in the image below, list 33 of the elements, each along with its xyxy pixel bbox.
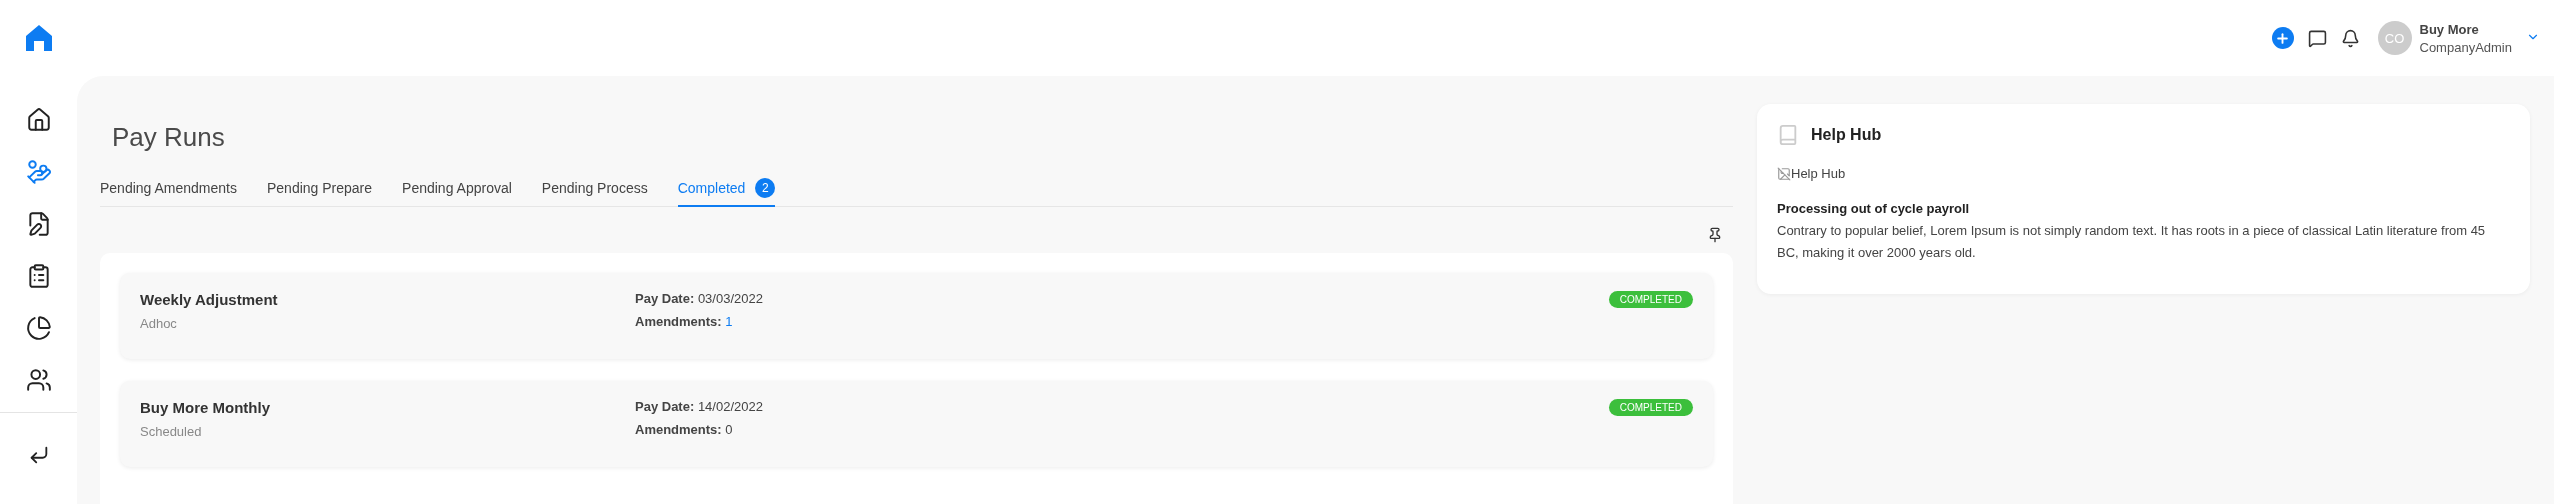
page-title: Pay Runs: [111, 121, 226, 154]
help-hub-title: Help Hub: [1811, 126, 1882, 144]
pay-run-card[interactable]: Buy More Monthly Scheduled Pay Date: 14/02/2022 Amendments: 0 COMPLETED: [120, 381, 1713, 467]
status-badge: COMPLETED: [1608, 399, 1693, 416]
amendments: Amendments: 0: [635, 422, 734, 437]
pay-run-name: Buy More Monthly: [140, 399, 271, 416]
tab[interactable]: Pending Process: [541, 174, 648, 207]
image-alt-text: Help Hub: [1791, 166, 1846, 181]
plus-icon: [2275, 30, 2290, 46]
tab[interactable]: Completed 2: [677, 174, 776, 207]
broken-image-icon: [1777, 166, 1791, 181]
pay-run-type: Scheduled: [140, 424, 203, 439]
logo-icon[interactable]: [23, 24, 54, 52]
pay-run-card[interactable]: Weekly Adjustment Adhoc Pay Date: 03/03/2022 Amendments: 1 COMPLETED: [120, 273, 1713, 359]
pay-run-type: Adhoc: [140, 316, 178, 331]
pay-run-name: Weekly Adjustment: [140, 291, 279, 308]
pin-icon[interactable]: [1707, 227, 1723, 243]
tab[interactable]: Pending Prepare: [267, 174, 373, 207]
status-badge: COMPLETED: [1608, 291, 1693, 308]
pay-date: Pay Date: 03/03/2022: [635, 291, 764, 306]
pay-date: Pay Date: 14/02/2022: [635, 399, 764, 414]
tab[interactable]: Pending Amendments: [100, 174, 237, 207]
user-name: Buy More: [2419, 21, 2480, 37]
user-role: CompanyAdmin: [2419, 39, 2512, 55]
bell-icon[interactable]: [2340, 28, 2360, 48]
book-icon: [1777, 124, 1799, 146]
amendments: Amendments: 1: [635, 314, 734, 329]
chat-icon[interactable]: [2307, 28, 2327, 48]
tab[interactable]: Pending Approval: [402, 174, 512, 207]
article-title: Processing out of cycle payroll: [1777, 201, 1971, 216]
count-badge: 2: [755, 178, 776, 198]
add-button[interactable]: [2271, 27, 2294, 49]
article-text: Contrary to popular belief, Lorem Ipsum is not simply random text. It has roots in a piece of classical Latin literature from 45 BC, making it over 2000 years old.: [1777, 222, 2487, 262]
